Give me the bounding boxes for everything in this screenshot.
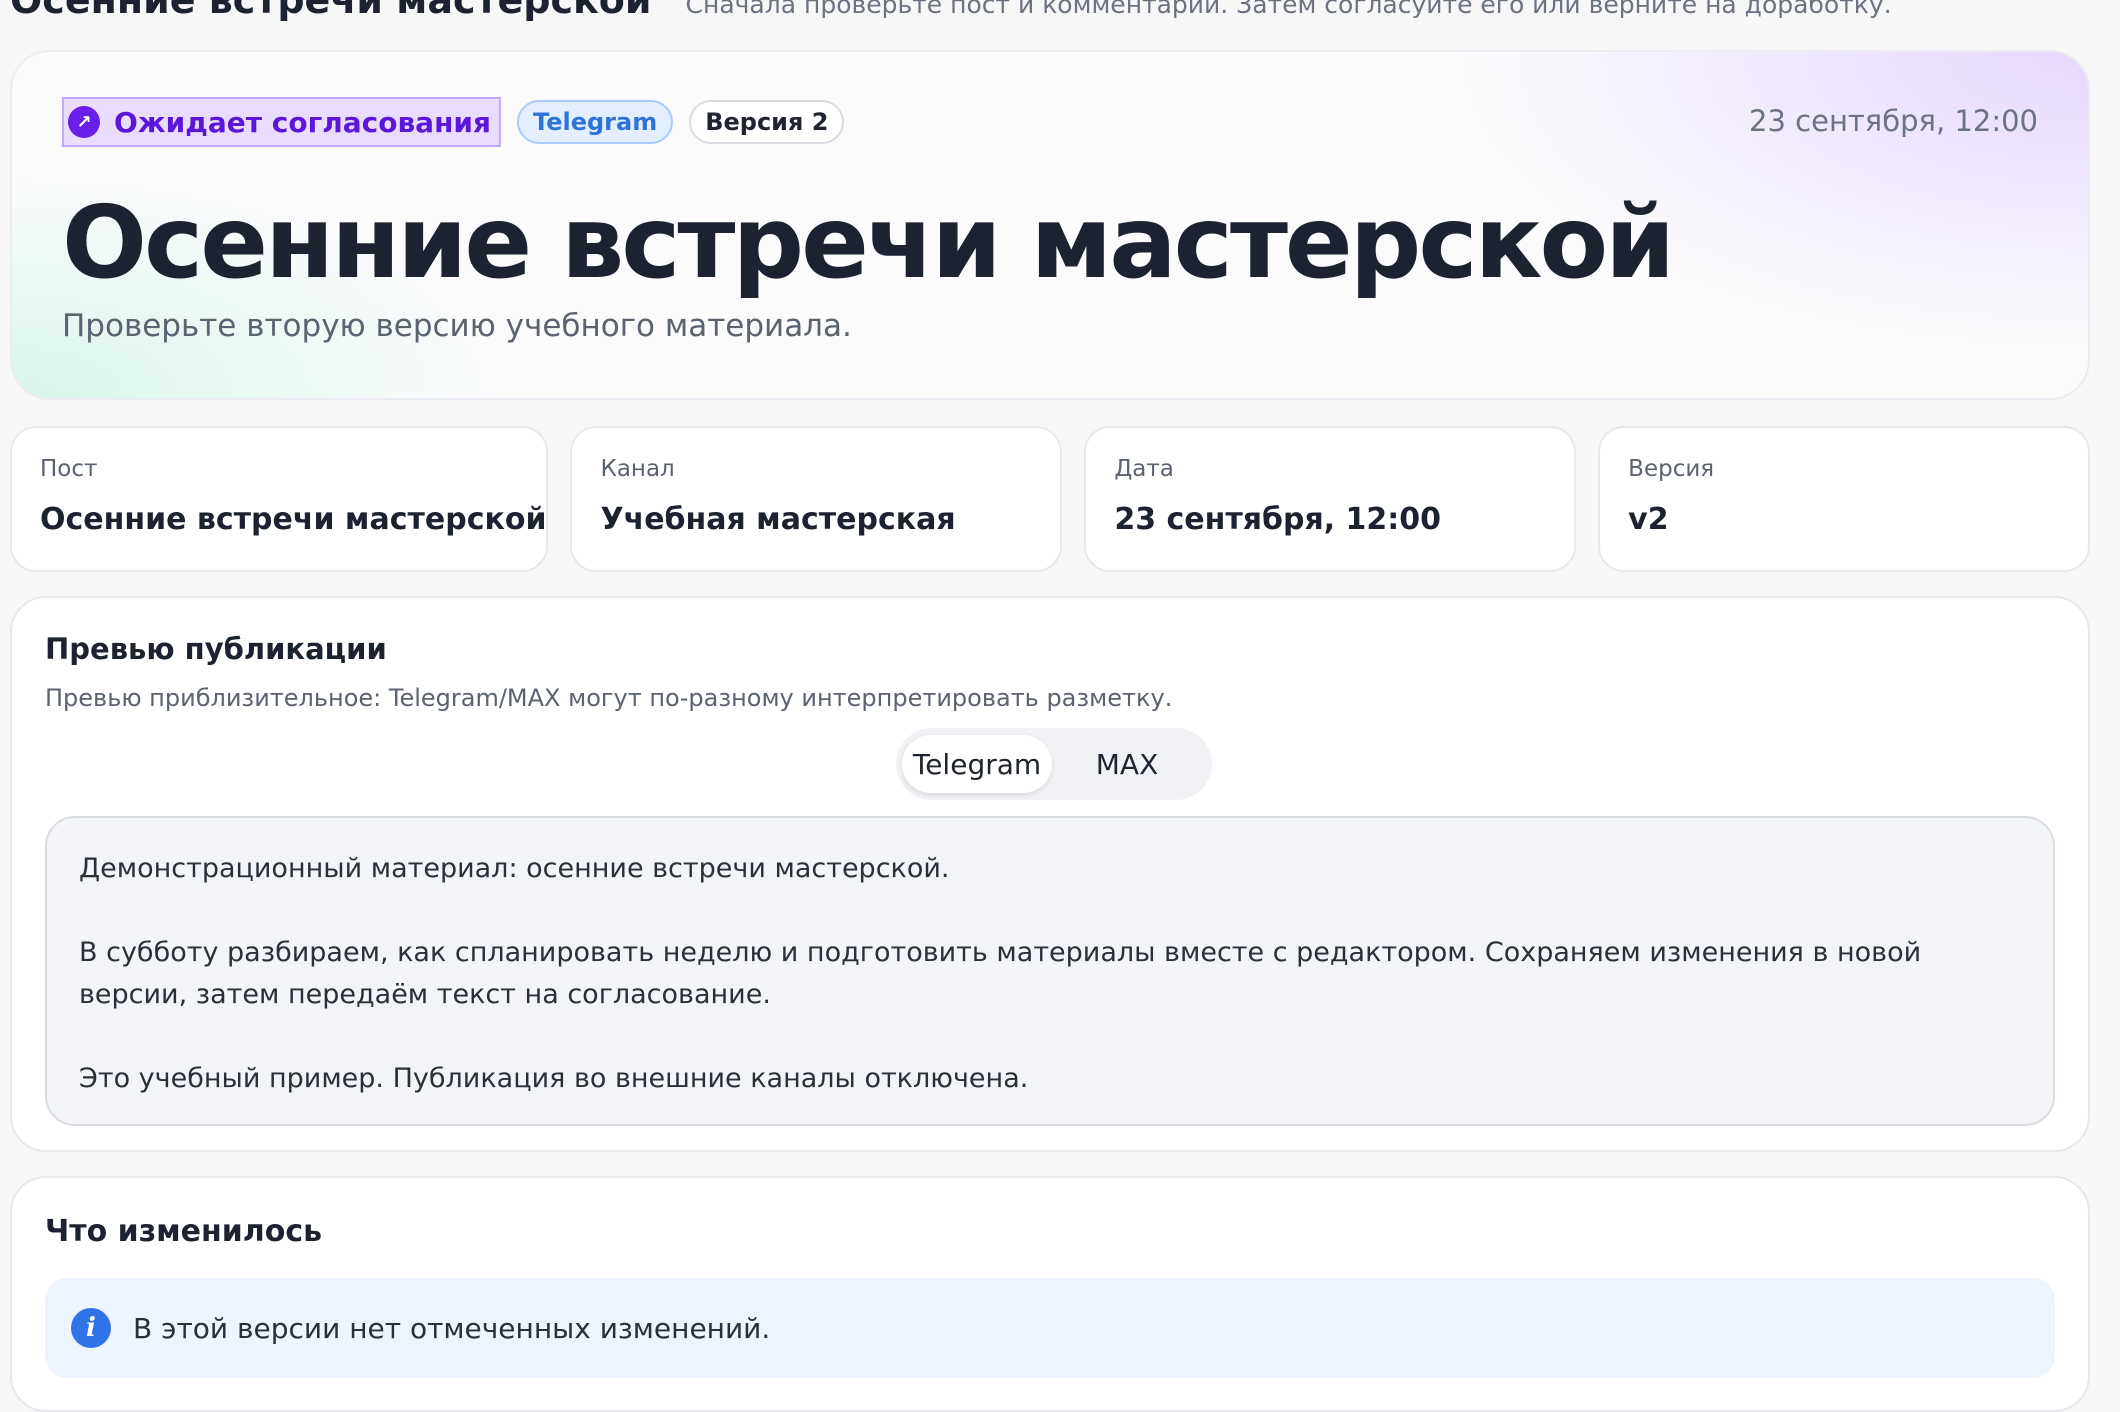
info-card-post: Пост Осенние встречи мастерской [10,426,549,572]
card-label: Версия [1628,456,1715,482]
post-approval-page: Осенние встречи мастерской Сначала прове… [0,0,2120,1412]
tab-telegram[interactable]: Telegram [902,735,1052,793]
version-badge: Версия 2 [689,100,845,144]
badge-row: ↗ Ожидает согласования Telegram Версия 2 [62,97,845,147]
tab-max[interactable]: MAX [1052,735,1202,793]
card-value: v2 [1628,502,1669,537]
changes-message: В этой версии нет отмеченных изменений. [133,1311,771,1345]
preview-note: Превью приблизительное: Telegram/MAX мог… [45,684,1173,712]
preview-panel: Превью публикации Превью приблизительное… [10,596,2090,1152]
channel-badge: Telegram [517,100,674,144]
preview-title: Превью публикации [45,632,387,666]
info-icon: i [71,1308,111,1348]
preview-paragraph: Демонстрационный материал: осенние встре… [79,853,950,884]
arrow-up-right-icon: ↗ [68,106,100,138]
changes-panel: Что изменилось i В этой версии нет отмеч… [10,1176,2090,1412]
card-label: Пост [40,456,98,482]
preview-paragraph: Это учебный пример. Публикация во внешни… [79,1063,1029,1094]
page-subtitle: Сначала проверьте пост и комментарии. За… [685,0,1892,19]
card-label: Канал [600,456,675,482]
page-title: Осенние встречи мастерской [10,0,652,22]
card-value: 23 сентября, 12:00 [1114,502,1442,537]
card-label: Дата [1114,456,1174,482]
info-card-channel: Канал Учебная мастерская [570,426,1063,572]
changes-alert: i В этой версии нет отмеченных изменений… [45,1278,2055,1378]
info-cards: Пост Осенние встречи мастерской Канал Уч… [10,426,2091,572]
page-header: Осенние встречи мастерской Сначала прове… [10,0,1892,22]
preview-content: Демонстрационный материал: осенние встре… [45,816,2055,1126]
card-value: Учебная мастерская [600,502,956,537]
hero-subtitle: Проверьте вторую версию учебного материа… [62,308,852,344]
changes-title: Что изменилось [45,1214,323,1249]
info-card-version: Версия v2 [1598,426,2091,572]
hero-panel: ↗ Ожидает согласования Telegram Версия 2… [10,50,2090,400]
preview-tabs: Telegram MAX [896,728,1212,800]
hero-title: Осенние встречи мастерской [62,184,1675,301]
status-label: Ожидает согласования [114,105,492,139]
status-badge[interactable]: ↗ Ожидает согласования [62,97,502,147]
hero-date: 23 сентября, 12:00 [1749,104,2038,138]
info-card-date: Дата 23 сентября, 12:00 [1084,426,1577,572]
preview-paragraph: В субботу разбираем, как спланировать не… [79,937,1922,1010]
card-value: Осенние встречи мастерской [40,502,547,537]
